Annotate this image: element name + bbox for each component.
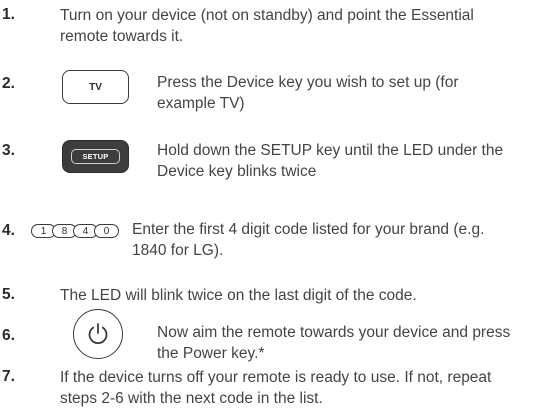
- step-text: Enter the first 4 digit code listed for …: [132, 221, 485, 259]
- step-number: 2.: [2, 75, 15, 92]
- tv-key-icon: TV: [62, 70, 129, 104]
- step-number: 3.: [2, 142, 15, 159]
- step-number: 5.: [2, 286, 15, 303]
- step-number: 4.: [2, 222, 15, 239]
- step-text: The LED will blink twice on the last dig…: [60, 287, 417, 304]
- setup-key-icon: SETUP: [62, 140, 129, 173]
- step-number: 7.: [2, 368, 15, 385]
- step-text: Turn on your device (not on standby) and…: [60, 7, 474, 45]
- step-number: 1.: [2, 6, 15, 23]
- step-text: Press the Device key you wish to set up …: [157, 74, 459, 112]
- digit-keys: 1 8 4 0: [31, 224, 119, 238]
- step-text: If the device turns off your remote is r…: [60, 369, 492, 407]
- digit-key-0: 0: [94, 224, 119, 238]
- step-text: Hold down the SETUP key until the LED un…: [157, 142, 504, 180]
- step-text: Now aim the remote towards your device a…: [157, 324, 511, 362]
- step-number: 6.: [2, 327, 15, 344]
- power-icon: [73, 309, 123, 359]
